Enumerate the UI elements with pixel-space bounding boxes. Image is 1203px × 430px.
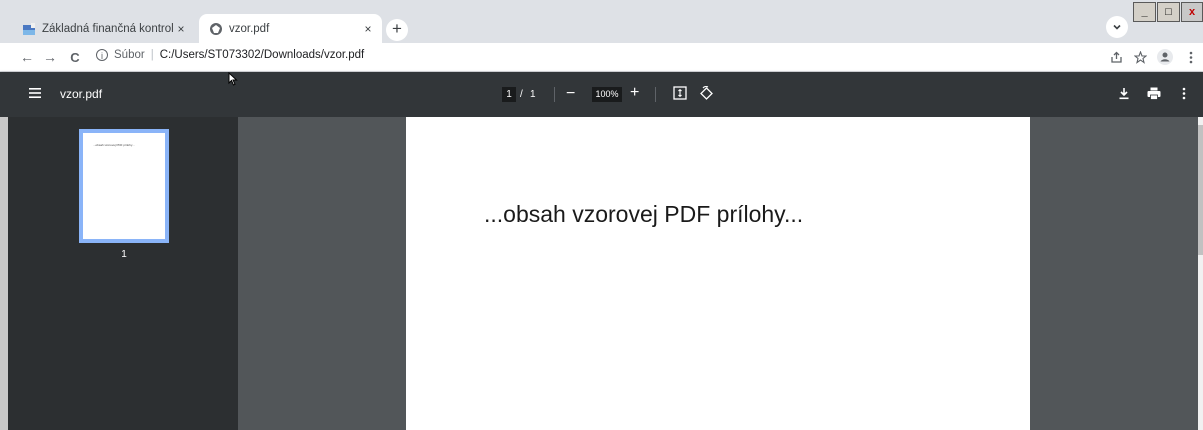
close-tab-icon[interactable]: × [360,22,376,36]
forward-button[interactable]: → [41,48,59,66]
tab-title: Základná finančná kontrola [42,22,173,35]
scrollbar[interactable] [1198,117,1203,430]
fit-to-page-icon [673,86,687,100]
mouse-cursor-icon [228,72,238,86]
zoom-out-button[interactable]: − [566,85,575,103]
rotate-icon [699,85,713,100]
divider [655,87,656,102]
browser-toolbar: ← → C i Súbor | C:/Users/ST073302/Downlo… [0,43,1203,72]
tab-strip: Základná finančná kontrola × vzor.pdf × … [0,0,1203,43]
tab-title: vzor.pdf [229,22,270,35]
rotate-button[interactable] [698,85,714,101]
bookmark-button[interactable] [1131,48,1149,66]
zoom-input[interactable]: 100% [592,87,622,102]
download-button[interactable] [1116,85,1132,101]
address-bar[interactable]: i Súbor | C:/Users/ST073302/Downloads/vz… [96,49,364,61]
scheme-label: Súbor [114,49,145,61]
download-icon [1119,87,1129,99]
pdf-toolbar: vzor.pdf 1 / 1 − 100% + [0,72,1203,117]
back-button[interactable]: ← [18,48,36,66]
menu-icon[interactable] [28,86,42,100]
print-icon [1147,87,1161,100]
page-thumbnail[interactable]: ...obsah vzorovej PDF prílohy... [79,129,169,243]
close-tab-icon[interactable]: × [173,22,189,36]
page-separator: / [520,89,523,100]
thumbnail-page-number: 1 [121,249,127,260]
pdf-page: ...obsah vzorovej PDF prílohy... [406,117,1030,430]
globe-icon [210,22,222,35]
window-edge [0,117,8,430]
print-button[interactable] [1146,85,1162,101]
thumbnail-page: ...obsah vzorovej PDF prílohy... [83,133,165,239]
tab-zakladna-financna-kontrola[interactable]: Základná finančná kontrola × [12,14,195,43]
url-text[interactable]: C:/Users/ST073302/Downloads/vzor.pdf [160,49,365,61]
more-vert-icon [1189,51,1193,63]
document-viewer[interactable]: ...obsah vzorovej PDF prílohy... [238,117,1198,430]
info-icon[interactable]: i [96,49,108,61]
fit-page-button[interactable] [672,85,688,101]
page-content-text: ...obsah vzorovej PDF prílohy... [484,201,804,227]
maximize-button[interactable]: □ [1157,2,1180,22]
more-vert-icon [1182,87,1186,99]
thumbnail-sidebar: ...obsah vzorovej PDF prílohy... 1 [8,117,238,430]
share-button[interactable] [1107,48,1125,66]
star-icon [1133,50,1147,64]
page-number-input[interactable]: 1 [502,87,516,102]
pdf-more-button[interactable] [1176,85,1192,101]
scrollbar-thumb[interactable] [1198,125,1203,255]
avatar-icon [1157,49,1173,65]
browser-menu-button[interactable] [1182,48,1200,66]
tab-search-button[interactable] [1106,16,1128,38]
thumbnail-text: ...obsah vzorovej PDF prílohy... [93,143,135,147]
chevron-down-icon [1113,24,1121,30]
page-count: 1 [530,89,536,100]
chart-icon [23,22,35,35]
zoom-in-button[interactable]: + [630,84,639,102]
new-tab-button[interactable]: + [386,19,408,41]
share-icon [1110,51,1122,63]
tab-vzor-pdf[interactable]: vzor.pdf × [199,14,382,43]
divider [554,87,555,102]
minimize-button[interactable]: _ [1133,2,1156,22]
profile-button[interactable] [1156,48,1174,66]
separator: | [150,49,154,61]
close-window-button[interactable]: x [1181,2,1203,22]
pdf-title: vzor.pdf [60,87,103,101]
reload-button[interactable]: C [66,48,84,66]
